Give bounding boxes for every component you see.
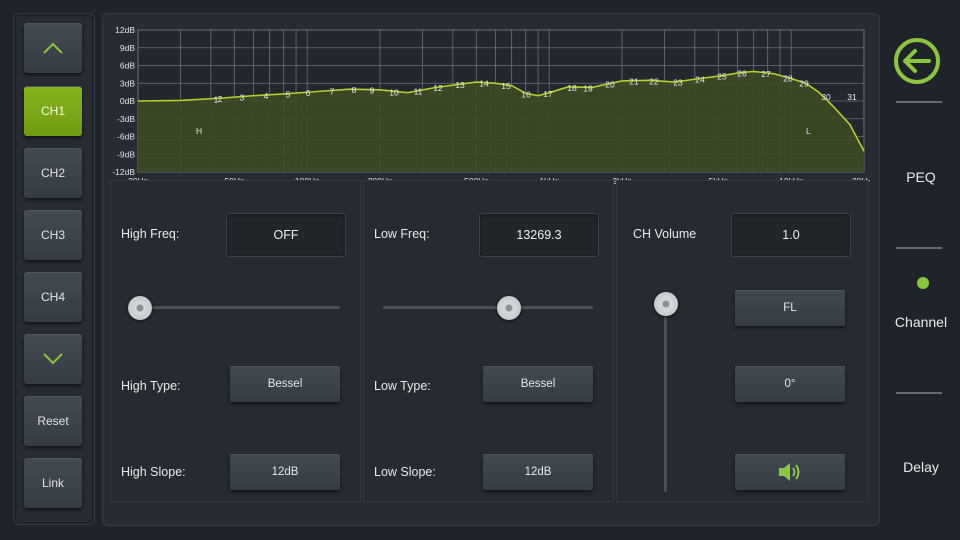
low-type-button[interactable]: Bessel [483,366,593,402]
db-tick-label: -3dB [117,114,135,124]
db-tick-label: 12dB [115,25,135,35]
channel-button-ch2[interactable]: CH2 [24,148,82,198]
db-tick-label: 0dB [120,96,135,106]
band-number: 23 [673,78,683,88]
band-number: 12 [433,83,443,93]
high-freq-slider[interactable] [140,306,340,309]
channel-button-ch1[interactable]: CH1 [24,86,82,136]
band-number: 20 [605,79,615,89]
band-number: 14 [479,79,489,89]
band-number: 8 [352,85,357,95]
band-number: 3 [240,93,245,103]
band-number: 11 [414,87,423,97]
band-number: 27 [761,69,771,79]
eq-response-graph: 12dB9dB6dB3dB0dB-3dB-6dB-9dB-12dB 20Hz50… [112,25,870,186]
band-number: 29 [799,79,809,89]
band-number: 2 [218,94,223,104]
channel-button-ch3[interactable]: CH3 [24,210,82,260]
channel-down-button[interactable] [24,334,82,384]
ch-volume-field[interactable]: 1.0 [731,213,851,257]
db-tick-label: -6dB [117,132,135,142]
db-tick-label: -9dB [117,149,135,159]
low-slope-button[interactable]: 12dB [483,454,593,490]
reset-button[interactable]: Reset [24,396,82,446]
tab-delay[interactable]: Delay [888,459,954,475]
low-freq-label: Low Freq: [374,227,430,241]
band-number: 21 [629,77,639,87]
low-freq-field[interactable]: 13269.3 [479,213,599,257]
high-type-label: High Type: [121,379,181,393]
low-freq-slider-knob[interactable] [497,296,521,320]
band-number: 28 [783,74,793,84]
sidebar-divider [896,392,942,394]
band-number: 18 [567,83,577,93]
band-number: 26 [737,68,747,78]
tab-channel[interactable]: Channel [888,314,954,330]
sidebar-divider [896,247,942,249]
band-number: 24 [695,75,705,85]
high-cut-marker: H [196,126,202,136]
high-freq-slider-knob[interactable] [128,296,152,320]
db-tick-label: 6dB [120,61,135,71]
chevron-up-icon [43,42,63,54]
tab-peq[interactable]: PEQ [888,169,954,185]
high-freq-field[interactable]: OFF [226,213,346,257]
band-number: 25 [717,72,727,82]
speaker-icon [779,463,800,481]
band-number: 15 [501,81,511,91]
channel-button-ch4[interactable]: CH4 [24,272,82,322]
db-tick-label: 9dB [120,43,135,53]
band-number: 9 [370,86,375,96]
link-button[interactable]: Link [24,458,82,508]
band-number: 16 [521,89,531,99]
ch-volume-slider[interactable] [664,302,667,492]
low-freq-slider[interactable] [383,306,593,309]
back-arrow-icon [894,38,940,84]
channel-up-button[interactable] [24,23,82,73]
db-tick-label: 3dB [120,78,135,88]
band-number: 19 [583,83,593,93]
back-button[interactable] [893,37,941,85]
band-number: 31 [847,92,857,102]
sidebar-divider [896,101,942,103]
active-tab-indicator [917,277,929,289]
band-number: 10 [389,87,399,97]
band-number: 7 [330,86,335,96]
ch-volume-label: CH Volume [633,227,697,241]
high-freq-label: High Freq: [121,227,180,241]
high-slope-label: High Slope: [121,465,186,479]
mute-button[interactable] [735,454,845,490]
db-axis-labels: 12dB9dB6dB3dB0dB-3dB-6dB-9dB-12dB [112,25,135,177]
low-cut-marker: L [806,126,811,136]
high-type-button[interactable]: Bessel [230,366,340,402]
band-number: 6 [306,88,311,98]
band-number: 30 [821,92,831,102]
band-number: 4 [264,91,269,101]
band-number: 17 [543,89,553,99]
band-number: 5 [286,90,291,100]
high-slope-button[interactable]: 12dB [230,454,340,490]
ch-volume-slider-knob[interactable] [654,292,678,316]
band-number: 13 [455,80,465,90]
low-slope-label: Low Slope: [374,465,436,479]
speaker-position-button[interactable]: FL [735,290,845,326]
low-type-label: Low Type: [374,379,431,393]
chevron-down-icon [43,353,63,365]
phase-button[interactable]: 0° [735,366,845,402]
band-number: 22 [649,77,659,87]
